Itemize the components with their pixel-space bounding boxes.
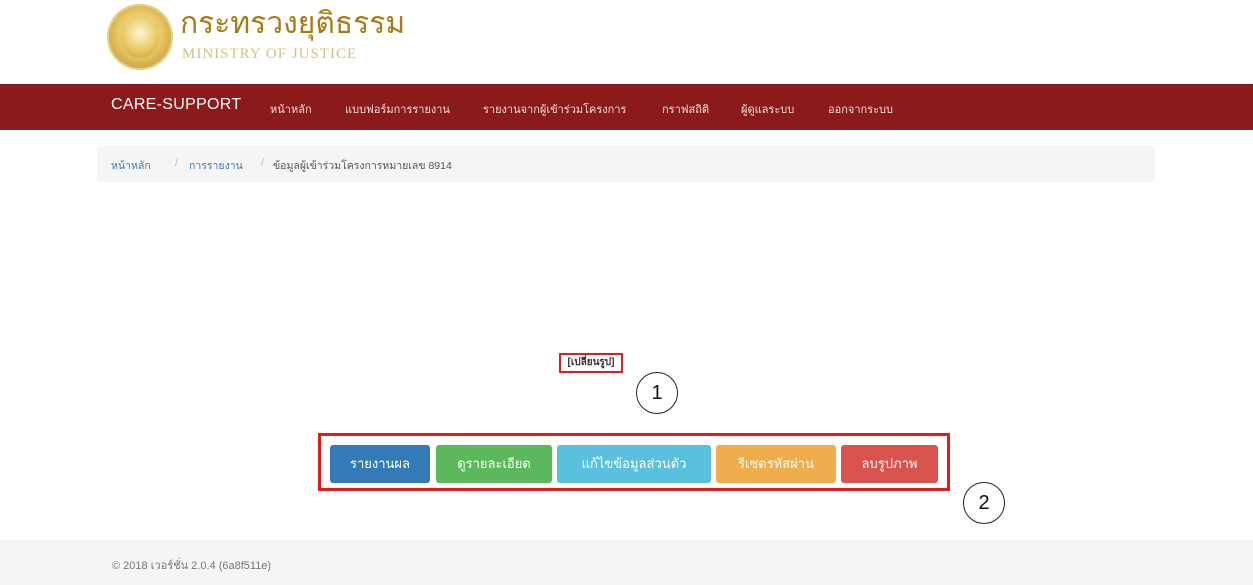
navbar-brand[interactable]: CARE-SUPPORT (111, 96, 241, 114)
site-header: กระทรวงยุติธรรม MINISTRY OF JUSTICE (0, 0, 1253, 84)
nav-item-admin[interactable]: ผู้ดูแลระบบ (741, 100, 794, 118)
delete-photo-button[interactable]: ลบรูปภาพ (841, 445, 938, 483)
site-footer: © 2018 เวอร์ชั่น 2.0.4 (6a8f511e) (0, 540, 1253, 585)
main-navbar: CARE-SUPPORT หน้าหลัก แบบฟอร์มการรายงาน … (0, 84, 1253, 130)
breadcrumb: หน้าหลัก / การรายงาน / ข้อมูลผู้เข้าร่วม… (97, 146, 1155, 182)
nav-item-participant-reports[interactable]: รายงานจากผู้เข้าร่วมโครงการ (483, 100, 626, 118)
annotation-callout-2: 2 (963, 482, 1005, 524)
nav-item-statistics[interactable]: กราฟสถิติ (662, 100, 709, 118)
breadcrumb-separator: / (261, 157, 264, 169)
brand-english: MINISTRY OF JUSTICE (182, 46, 358, 62)
edit-profile-button[interactable]: แก้ไขข้อมูลส่วนตัว (557, 445, 711, 483)
breadcrumb-reports[interactable]: การรายงาน (189, 157, 243, 174)
nav-item-report-form[interactable]: แบบฟอร์มการรายงาน (345, 100, 450, 118)
breadcrumb-home[interactable]: หน้าหลัก (111, 157, 151, 174)
annotation-callout-1: 1 (636, 372, 678, 414)
nav-item-home[interactable]: หน้าหลัก (270, 100, 312, 118)
view-details-button[interactable]: ดูรายละเอียด (436, 445, 552, 483)
change-photo-link[interactable]: [เปลี่ยนรูป] (559, 353, 623, 373)
ministry-seal-logo[interactable] (107, 4, 173, 70)
brand-thai: กระทรวงยุติธรรม (180, 7, 406, 40)
breadcrumb-current: ข้อมูลผู้เข้าร่วมโครงการหมายเลข 8914 (273, 160, 452, 172)
breadcrumb-separator: / (175, 157, 178, 169)
reset-password-button[interactable]: รีเซตรหัสผ่าน (716, 445, 836, 483)
report-button[interactable]: รายงานผล (330, 445, 430, 483)
copyright-text: © 2018 เวอร์ชั่น 2.0.4 (6a8f511e) (112, 560, 272, 572)
nav-item-logout[interactable]: ออกจากระบบ (828, 100, 893, 118)
